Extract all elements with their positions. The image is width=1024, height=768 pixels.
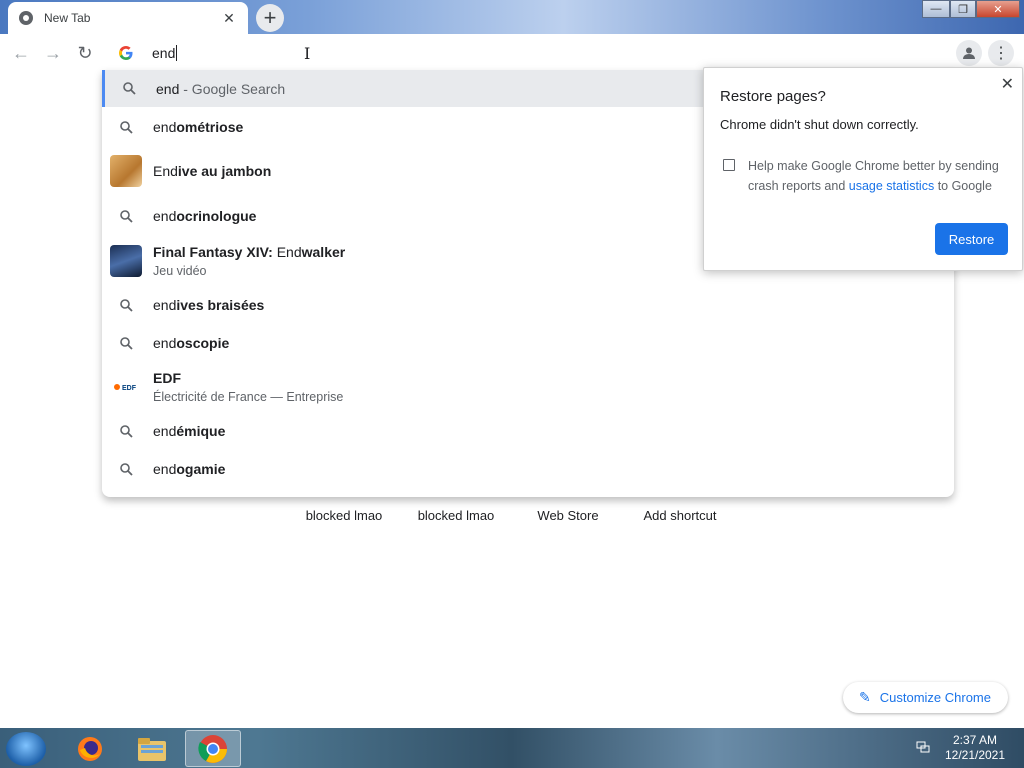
start-button[interactable] xyxy=(6,732,46,766)
firefox-taskbar-icon[interactable] xyxy=(62,730,118,767)
search-icon xyxy=(118,209,134,223)
window-close-button[interactable]: ✕ xyxy=(976,0,1020,18)
suggestion-row[interactable]: endogamie xyxy=(102,451,954,487)
search-icon xyxy=(118,298,134,312)
suggestion-suffix: - Google Search xyxy=(179,80,286,97)
suggestion-row[interactable]: endémique xyxy=(102,413,954,449)
suggestion-completion: émique xyxy=(176,423,226,439)
clock-time: 2:37 AM xyxy=(952,733,998,747)
popup-title: Restore pages? xyxy=(720,88,826,105)
network-tray-icon[interactable] xyxy=(916,740,930,754)
search-icon xyxy=(118,336,134,350)
profile-button[interactable] xyxy=(956,40,982,66)
new-tab-button[interactable]: + xyxy=(256,4,284,32)
tab-close-icon[interactable]: ✕ xyxy=(220,10,238,27)
reload-button[interactable]: ↻ xyxy=(72,40,98,66)
suggestion-text: end xyxy=(153,119,177,135)
suggestion-completion: ives braisées xyxy=(176,297,265,313)
suggestion-text: end xyxy=(153,461,177,477)
suggestion-row[interactable]: endoscopie xyxy=(102,325,954,361)
clock-date: 12/21/2021 xyxy=(944,748,1006,762)
window-maximize-button[interactable]: ❐ xyxy=(950,0,976,18)
suggestion-text: End xyxy=(153,163,178,179)
window-minimize-button[interactable]: — xyxy=(922,0,950,18)
crash-report-label: Help make Google Chrome better by sendin… xyxy=(748,156,1008,196)
suggestion-text: end xyxy=(153,423,177,439)
search-icon xyxy=(118,462,134,476)
shortcut-2[interactable]: blocked lmao xyxy=(400,508,512,523)
customize-chrome-button[interactable]: ✎ Customize Chrome xyxy=(843,682,1008,713)
shortcut-add[interactable]: Add shortcut xyxy=(624,508,736,523)
back-button[interactable]: ← xyxy=(8,40,34,66)
pencil-icon: ✎ xyxy=(859,689,871,705)
svg-text:EDF: EDF xyxy=(122,385,137,392)
game-thumbnail-icon xyxy=(110,245,142,277)
suggestion-text: end xyxy=(156,80,180,97)
suggestion-text: end xyxy=(153,335,177,351)
suggestion-text: EDF xyxy=(153,370,181,386)
suggestion-row[interactable]: endives braisées xyxy=(102,287,954,323)
shortcut-web-store[interactable]: Web Store xyxy=(512,508,624,523)
suggestion-text: end xyxy=(153,297,177,313)
suggestion-completion: ive au jambon xyxy=(177,163,272,179)
help-text-end: to Google xyxy=(934,179,992,193)
omnibox-input[interactable]: end xyxy=(152,45,175,61)
search-icon xyxy=(118,120,134,134)
crash-report-checkbox[interactable] xyxy=(723,159,735,171)
suggestion-row[interactable]: EDF EDF Électricité de France — Entrepri… xyxy=(102,366,954,408)
suggestion-completion: ométriose xyxy=(176,119,244,135)
suggestion-completion: ocrinologue xyxy=(176,208,257,224)
edf-logo-icon: EDF xyxy=(110,371,142,403)
taskbar-clock[interactable]: 2:37 AM 12/21/2021 xyxy=(940,733,1010,763)
popup-close-icon[interactable]: ✕ xyxy=(1001,74,1014,94)
ibeam-cursor-icon: I xyxy=(304,44,311,63)
person-icon xyxy=(963,47,975,59)
customize-label: Customize Chrome xyxy=(879,690,991,705)
suggestion-completion: ogamie xyxy=(176,461,226,477)
google-g-icon xyxy=(118,45,134,61)
search-icon xyxy=(118,424,134,438)
file-explorer-taskbar-icon[interactable] xyxy=(124,730,180,767)
restore-pages-popup: ✕ Restore pages? Chrome didn't shut down… xyxy=(703,67,1023,271)
chrome-taskbar-icon[interactable] xyxy=(185,730,241,767)
tab-new-tab[interactable]: New Tab ✕ xyxy=(8,2,248,34)
search-icon xyxy=(121,82,137,95)
tab-title: New Tab xyxy=(44,11,91,25)
menu-button[interactable]: ⋮ xyxy=(988,40,1014,66)
food-thumbnail-icon xyxy=(110,155,142,187)
restore-button[interactable]: Restore xyxy=(935,223,1008,255)
omnibox[interactable]: end xyxy=(104,36,954,70)
suggestion-text: end xyxy=(153,208,177,224)
suggestion-match: End xyxy=(276,244,302,260)
suggestion-completion: walker xyxy=(301,244,346,260)
suggestion-text: Final Fantasy XIV: xyxy=(153,244,277,260)
suggestion-subtitle: Électricité de France — Entreprise xyxy=(153,390,344,404)
popup-message: Chrome didn't shut down correctly. xyxy=(720,117,919,132)
chrome-favicon-icon xyxy=(18,10,34,26)
title-bar: New Tab ✕ + xyxy=(0,0,1024,34)
usage-statistics-link[interactable]: usage statistics xyxy=(849,179,934,193)
suggestion-subtitle: Jeu vidéo xyxy=(153,264,207,278)
text-caret xyxy=(176,45,178,61)
shortcut-1[interactable]: blocked lmao xyxy=(288,508,400,523)
suggestion-completion: oscopie xyxy=(176,335,230,351)
forward-button[interactable]: → xyxy=(40,40,66,66)
